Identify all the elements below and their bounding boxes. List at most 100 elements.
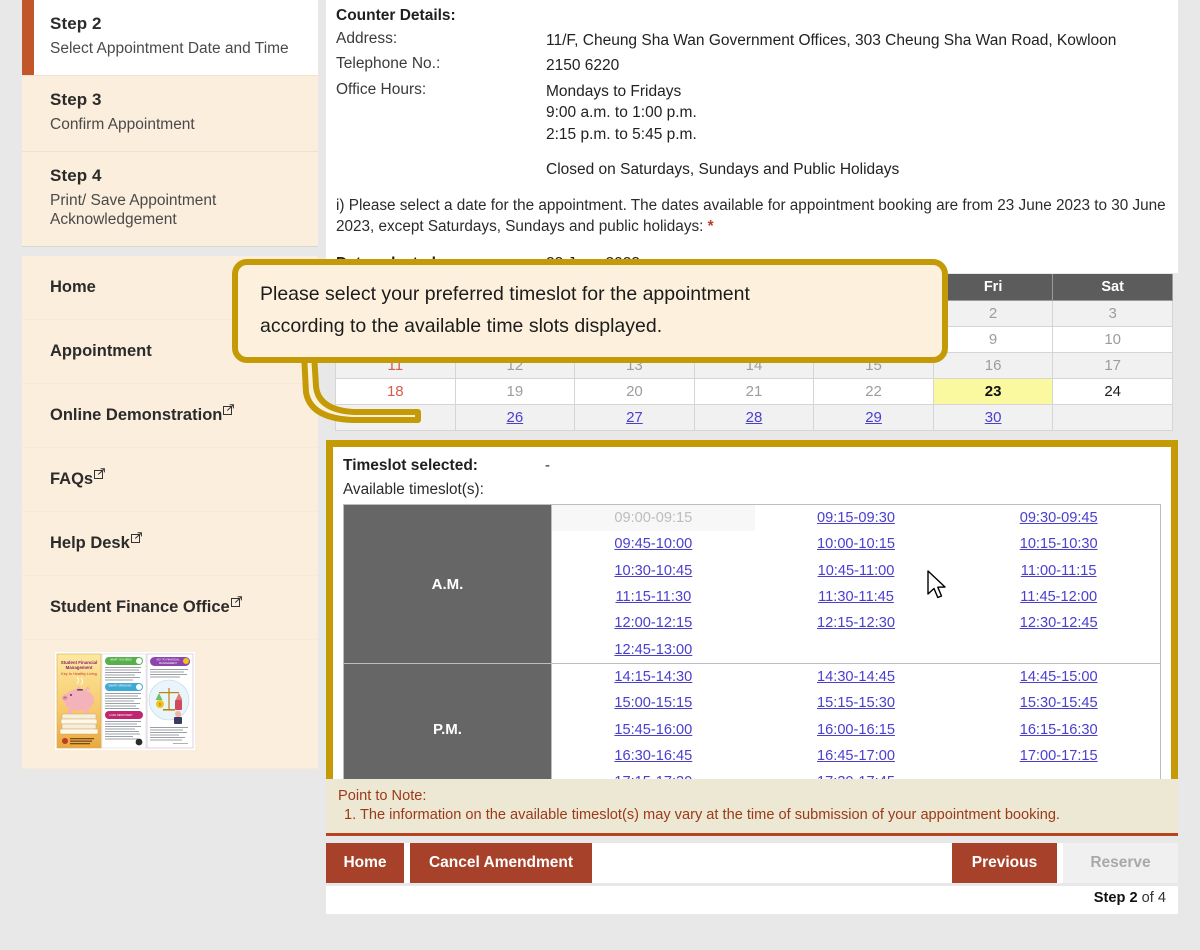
sidebar-item-student-finance-office[interactable]: Student Finance Office [22, 576, 318, 641]
pm-slot[interactable]: 16:45-17:00 [755, 743, 958, 769]
sidebar-item-faqs[interactable]: FAQs [22, 448, 318, 513]
instruction-step-i-text: i) Please select a date for the appointm… [336, 197, 1166, 235]
calendar-day-link[interactable]: 29 [865, 409, 882, 426]
pm-slot[interactable]: 16:30-16:45 [552, 743, 755, 769]
am-slot[interactable]: 11:00-11:15 [957, 558, 1160, 584]
am-slot[interactable]: 10:45-11:00 [755, 558, 958, 584]
period-label-pm: P.M. [343, 663, 552, 797]
address-value: 11/F, Cheung Sha Wan Government Offices,… [546, 32, 1117, 49]
am-slot[interactable]: 11:30-11:45 [755, 584, 958, 610]
calendar-day-link[interactable]: 27 [626, 409, 643, 426]
am-slot[interactable]: 10:30-10:45 [552, 558, 755, 584]
timeslot-link[interactable]: 14:45-15:00 [1020, 669, 1098, 685]
sidebar-step-2[interactable]: Step 2 Select Appointment Date and Time [22, 0, 318, 76]
timeslot-link[interactable]: 10:45-11:00 [818, 563, 895, 579]
timeslot-link[interactable]: 12:45-13:00 [614, 642, 692, 658]
home-button[interactable]: Home [326, 843, 404, 883]
brochure-image: Student Financial Management Key to Heal… [55, 652, 195, 751]
timeslot-link[interactable]: 11:00-11:15 [1021, 563, 1097, 579]
pm-slot[interactable]: 14:45-15:00 [957, 664, 1160, 690]
pm-slot[interactable]: 16:00-16:15 [755, 717, 958, 743]
office-hours-line-2: 9:00 a.m. to 1:00 p.m. [546, 104, 697, 122]
pm-slot[interactable]: 16:15-16:30 [957, 717, 1160, 743]
pm-slot[interactable]: 15:45-16:00 [552, 717, 755, 743]
appointment-booking-page: Step 2 Select Appointment Date and Time … [0, 0, 1200, 950]
am-slot[interactable]: 12:15-12:30 [755, 610, 958, 636]
am-slot[interactable]: 10:15-10:30 [957, 531, 1160, 557]
sidebar-item-help-desk[interactable]: Help Desk [22, 512, 318, 577]
step-3-title: Step 3 [50, 89, 102, 109]
timeslot-link[interactable]: 17:00-17:15 [1020, 748, 1098, 764]
calendar-day-link[interactable]: 28 [746, 409, 763, 426]
timeslot-link[interactable]: 15:15-15:30 [817, 695, 895, 711]
am-slot[interactable]: 12:45-13:00 [552, 637, 755, 663]
timeslot-link[interactable]: 16:30-16:45 [614, 748, 692, 764]
timeslot-link[interactable]: 09:15-09:30 [817, 510, 895, 526]
timeslot-link[interactable]: 16:00-16:15 [817, 722, 895, 738]
calendar-week-row: 18 19 20 21 22 23 24 [335, 378, 1173, 405]
calendar-day-cell: 21 [693, 378, 815, 405]
timeslot-link[interactable]: 12:00-12:15 [614, 615, 692, 631]
am-slot[interactable]: 12:00-12:15 [552, 610, 755, 636]
step-progress-list: Step 2 Select Appointment Date and Time … [22, 0, 318, 248]
timeslot-link[interactable]: 11:45-12:00 [1020, 589, 1097, 605]
calendar-day-cell: 24 [1052, 378, 1173, 405]
sidebar-item-label: Online Demonstration [50, 406, 223, 425]
timeslot-link[interactable]: 10:30-10:45 [614, 563, 692, 579]
pm-slot[interactable]: 14:15-14:30 [552, 664, 755, 690]
timeslot-link[interactable]: 10:00-10:15 [817, 536, 895, 552]
am-slot[interactable]: 11:15-11:30 [552, 584, 755, 610]
timeslot-link[interactable]: 09:30-09:45 [1020, 510, 1098, 526]
timeslot-link[interactable]: 12:30-12:45 [1020, 615, 1098, 631]
calendar-day-cell[interactable]: 29 [813, 404, 934, 431]
cancel-amendment-button[interactable]: Cancel Amendment [410, 843, 592, 883]
timeslot-link[interactable]: 15:30-15:45 [1020, 695, 1098, 711]
calendar-day-cell: 19 [454, 378, 576, 405]
calendar-header-fri: Fri [932, 274, 1054, 301]
timeslot-link[interactable]: 15:45-16:00 [614, 722, 692, 738]
calendar-day-cell[interactable]: 23 [932, 378, 1054, 405]
calendar-day-cell[interactable]: 28 [693, 404, 815, 431]
pm-slot[interactable]: 14:30-14:45 [755, 664, 958, 690]
timeslot-link[interactable]: 14:15-14:30 [614, 669, 692, 685]
calendar-day-cell[interactable]: 27 [574, 404, 695, 431]
pm-slot[interactable]: 17:00-17:15 [957, 743, 1160, 769]
main-content: Counter Details: Address: 11/F, Cheung S… [326, 0, 1178, 273]
timeslot-link[interactable]: 16:15-16:30 [1020, 722, 1098, 738]
timeslot-link[interactable]: 09:45-10:00 [614, 536, 692, 552]
am-slot[interactable]: 09:15-09:30 [755, 505, 958, 531]
timeslot-link[interactable]: 15:00-15:15 [614, 695, 692, 711]
previous-button[interactable]: Previous [952, 843, 1057, 883]
timeslot-link[interactable]: 10:15-10:30 [1020, 536, 1098, 552]
am-slot[interactable]: 11:45-12:00 [957, 584, 1160, 610]
calendar-day-cell[interactable]: 26 [454, 404, 576, 431]
pm-slot[interactable]: 15:15-15:30 [755, 690, 958, 716]
svg-text:MANAGEMENT: MANAGEMENT [159, 662, 177, 665]
timeslot-link[interactable]: 14:30-14:45 [817, 669, 895, 685]
calendar-day-cell [1052, 404, 1173, 431]
calendar-day-link[interactable]: 26 [507, 409, 524, 426]
pm-slot[interactable]: 15:00-15:15 [552, 690, 755, 716]
timeslot-link[interactable]: 11:30-11:45 [818, 589, 894, 605]
sidebar-step-3[interactable]: Step 3 Confirm Appointment [22, 76, 318, 152]
am-slot[interactable]: 09:30-09:45 [957, 505, 1160, 531]
external-link-icon [94, 468, 106, 480]
office-hours-label: Office Hours: [336, 80, 427, 98]
external-link-icon [223, 404, 235, 416]
callout-line-2: according to the available time slots di… [260, 314, 663, 337]
sidebar-step-4[interactable]: Step 4 Print/ Save Appointment Acknowled… [22, 152, 318, 247]
calendar-day-cell: 18 [335, 378, 456, 405]
sidebar-item-online-demonstration[interactable]: Online Demonstration [22, 384, 318, 449]
pm-slot[interactable]: 15:30-15:45 [957, 690, 1160, 716]
timeslot-link[interactable]: 12:15-12:30 [817, 615, 895, 631]
calendar-day-link[interactable]: 30 [985, 409, 1002, 426]
am-slot[interactable]: 12:30-12:45 [957, 610, 1160, 636]
am-slot[interactable]: 10:00-10:15 [755, 531, 958, 557]
timeslot-link[interactable]: 16:45-17:00 [817, 748, 895, 764]
am-slot-grid: 09:00-09:15 09:15-09:30 09:30-09:45 09:45-1… [552, 505, 1160, 663]
promo-banner[interactable]: Student Financial Management Key to Heal… [22, 640, 318, 770]
button-bar-spacer [592, 843, 952, 883]
timeslot-link[interactable]: 11:15-11:30 [615, 589, 691, 605]
am-slot[interactable]: 09:45-10:00 [552, 531, 755, 557]
calendar-day-cell[interactable]: 30 [932, 404, 1054, 431]
